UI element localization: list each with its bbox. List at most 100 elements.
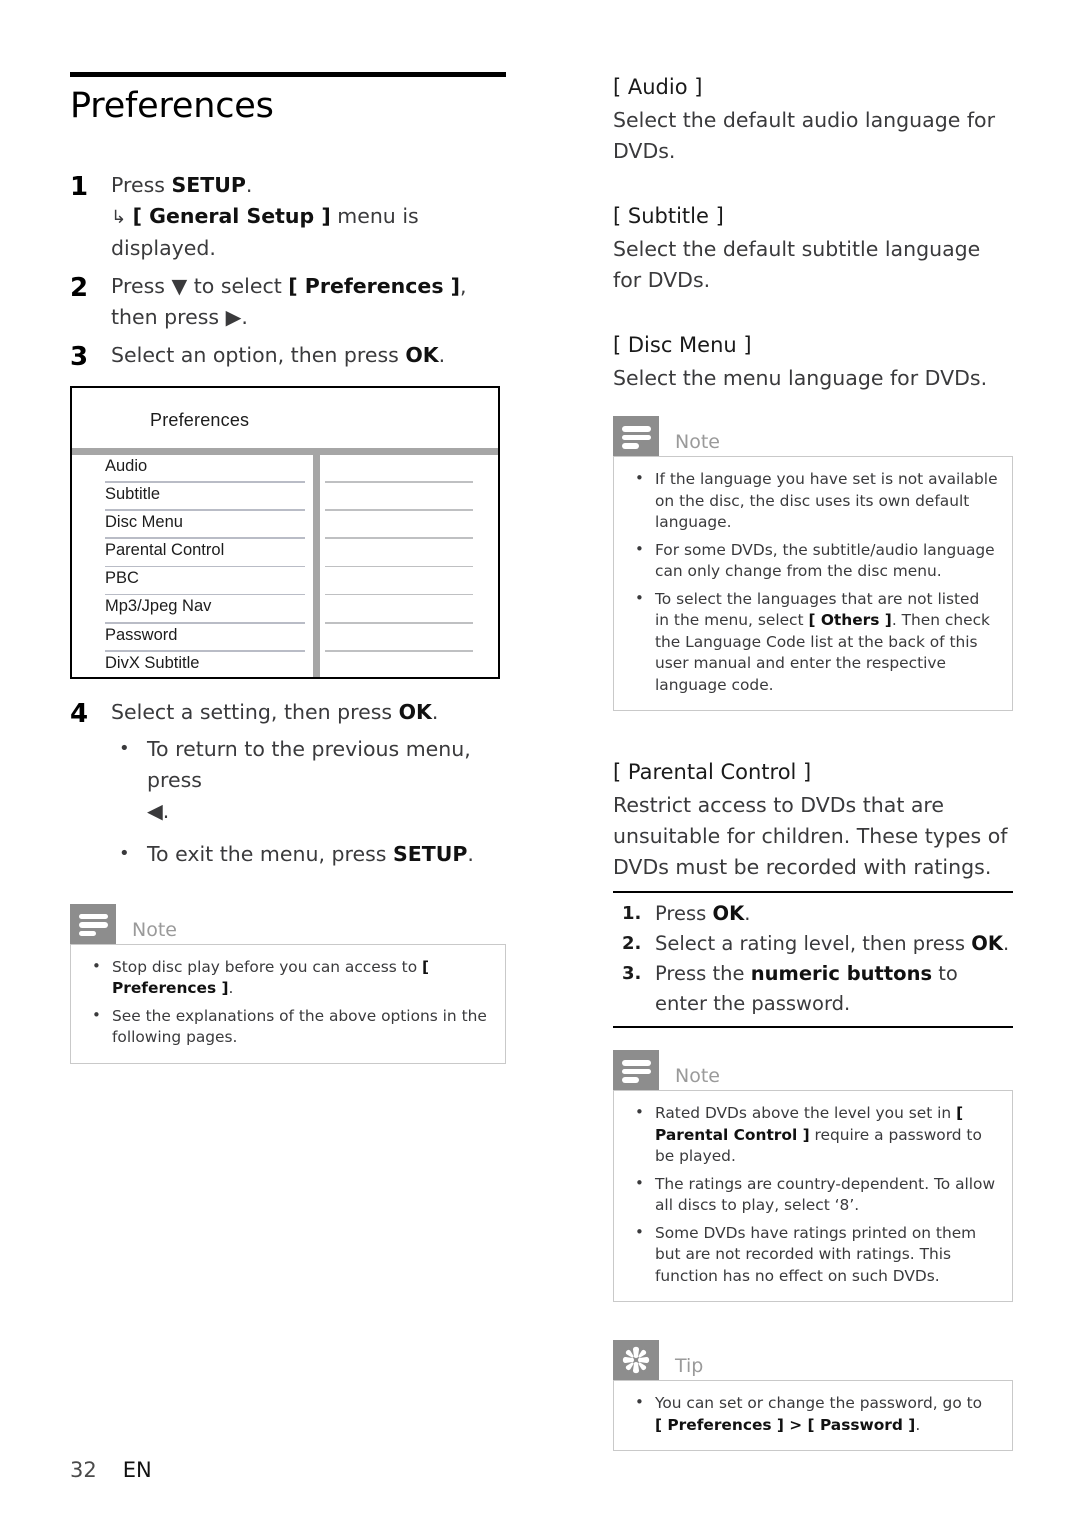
osd-row-subtitle[interactable]: Subtitle: [72, 483, 498, 511]
tip-item: You can set or change the password, go t…: [628, 1392, 998, 1436]
osd-row-pbc[interactable]: PBC: [72, 567, 498, 596]
osd-preferences-menu: Preferences Audio Subtitle Disc Menu Par…: [70, 385, 500, 679]
procedure-step-post: .: [744, 902, 751, 925]
procedure-step-pre: Press: [655, 902, 713, 925]
step-4-number: 4: [70, 698, 89, 729]
step-1: 1 Press SETUP. ↳ [ General Setup ] menu …: [70, 170, 506, 264]
step-1-result-bold: [ General Setup ]: [132, 203, 331, 228]
note-lines-icon: [613, 416, 659, 456]
osd-label-mp3-jpeg-nav: Mp3/Jpeg Nav: [105, 597, 212, 616]
step-4-bullets: To return to the previous menu, press ◀.…: [111, 733, 506, 870]
note-tab: Note: [613, 1050, 1013, 1090]
procedure-step-bold: OK: [712, 902, 745, 925]
note-item-text: See the explanations of the above option…: [112, 1006, 487, 1047]
osd-row-parental-control[interactable]: Parental Control: [72, 539, 498, 568]
note-label: Note: [132, 918, 177, 941]
tip-tab: Tip: [613, 1340, 1013, 1380]
tip-item-bold: [ Preferences ] > [ Password ]: [655, 1415, 916, 1434]
step-2-bold: [ Preferences ]: [288, 273, 461, 298]
language-code: EN: [122, 1458, 152, 1482]
step-2-tail: .: [241, 304, 248, 329]
step-4-tail: .: [431, 699, 439, 724]
step-1-bold: SETUP: [171, 172, 246, 197]
bullet-exit-bold: SETUP: [392, 841, 468, 866]
step-1-text: Press: [111, 172, 172, 197]
osd-row-audio[interactable]: Audio: [72, 455, 498, 483]
note-item-text: If the language you have set is not avai…: [655, 470, 998, 531]
note-item: To select the languages that are not lis…: [628, 588, 998, 697]
step-4-bullet-return: To return to the previous menu, press ◀.: [111, 733, 506, 827]
step-3-number: 3: [70, 341, 89, 372]
option-desc-parental-control: Restrict access to DVDs that are unsuita…: [613, 793, 1008, 879]
page-number: 32: [70, 1458, 97, 1482]
manual-page: Preferences 1 Press SETUP. ↳ [ General S…: [0, 0, 1080, 1527]
note-item-post: .: [228, 979, 234, 997]
note-item-text: For some DVDs, the subtitle/audio langua…: [655, 540, 995, 581]
osd-label-divx-subtitle: DivX Subtitle: [105, 653, 200, 672]
osd-label-password: Password: [105, 625, 178, 644]
note-item: See the explanations of the above option…: [85, 1005, 491, 1049]
step-2-body: Press ▼ to select [ Preferences ], then …: [111, 271, 506, 333]
tip-callout-password: Tip You can set or change the password, …: [613, 1340, 1013, 1451]
step-4: 4 Select a setting, then press OK. To re…: [70, 697, 506, 882]
note-item: If the language you have set is not avai…: [628, 468, 998, 534]
step-3-body: Select an option, then press OK.: [111, 340, 506, 371]
step-4-bullet-exit: To exit the menu, press SETUP.: [111, 838, 506, 870]
bullet-return-post: .: [162, 798, 170, 823]
option-title-audio: [ Audio ]: [613, 75, 703, 99]
right-arrow-icon: ▶: [225, 304, 242, 329]
starburst-icon: [613, 1340, 659, 1380]
note-item-text: Rated DVDs above the level you set in: [655, 1104, 957, 1122]
procedure-step-pre: Press the: [655, 962, 751, 985]
note-body: Stop disc play before you can access to …: [70, 943, 506, 1064]
osd-label-parental-control: Parental Control: [105, 541, 225, 560]
procedure-step-pre: Select a rating level, then press: [655, 932, 972, 955]
osd-row-password[interactable]: Password: [72, 624, 498, 652]
osd-row-divx-subtitle[interactable]: DivX Subtitle: [72, 652, 498, 680]
osd-row-disc-menu[interactable]: Disc Menu: [72, 511, 498, 540]
step-3-tail: .: [438, 342, 446, 367]
note-item: Some DVDs have ratings printed on them b…: [628, 1222, 998, 1288]
tip-item-post: .: [915, 1415, 921, 1434]
osd-header-rule: [72, 447, 498, 455]
note-lines-icon: [70, 903, 116, 944]
procedure-step-post: .: [1002, 932, 1010, 955]
left-column: Preferences 1 Press SETUP. ↳ [ General S…: [70, 72, 506, 1064]
step-2-pre: Press: [111, 273, 172, 298]
option-desc-subtitle: Select the default subtitle language for…: [613, 237, 981, 292]
result-arrow-icon: ↳: [111, 206, 127, 228]
bullet-exit-post: .: [467, 841, 474, 866]
step-1-number: 1: [70, 171, 89, 202]
note-tab: Note: [613, 416, 1013, 456]
step-4-bold: OK: [398, 699, 432, 724]
procedure-step: Select a rating level, then press OK.: [613, 929, 1013, 959]
bullet-return-pre: To return to the previous menu, press: [147, 736, 471, 792]
note-tab: Note: [70, 903, 506, 944]
step-3-text: Select an option, then press: [111, 342, 406, 367]
step-1-body: Press SETUP. ↳ [ General Setup ] menu is…: [111, 170, 506, 264]
note-item-text: Stop disc play before you can access to: [112, 957, 423, 976]
procedure-step: Press OK.: [613, 899, 1013, 929]
right-column: [ Audio ] Select the default audio langu…: [613, 72, 1013, 1451]
note-callout-parental: Note Rated DVDs above the level you set …: [613, 1050, 1013, 1302]
note-item: Rated DVDs above the level you set in [ …: [628, 1102, 998, 1168]
procedure-step-bold: numeric buttons: [750, 962, 933, 985]
osd-label-disc-menu: Disc Menu: [105, 512, 183, 531]
note-item-bold: [ Others ]: [808, 611, 892, 629]
osd-row-mp3-jpeg-nav[interactable]: Mp3/Jpeg Nav: [72, 595, 498, 624]
note-callout-languages: Note If the language you have set is not…: [613, 416, 1013, 711]
note-label: Note: [675, 1065, 720, 1087]
tip-body: You can set or change the password, go t…: [613, 1380, 1013, 1451]
option-desc-disc-menu: Select the menu language for DVDs.: [613, 366, 988, 390]
page-footer: 32 EN: [70, 1458, 152, 1482]
tip-item-text: You can set or change the password, go t…: [655, 1394, 983, 1412]
note-callout-preferences: Note Stop disc play before you can acces…: [70, 903, 506, 1064]
step-3: 3 Select an option, then press OK.: [70, 340, 506, 374]
step-2: 2 Press ▼ to select [ Preferences ], the…: [70, 271, 506, 333]
page-title: Preferences: [70, 86, 274, 126]
parental-control-procedure: Press OK. Select a rating level, then pr…: [613, 891, 1013, 1028]
step-4-text: Select a setting, then press: [111, 699, 399, 724]
osd-row-list: Audio Subtitle Disc Menu Parental Contro…: [72, 455, 498, 677]
option-title-disc-menu: [ Disc Menu ]: [613, 333, 752, 357]
note-lines-icon: [613, 1050, 659, 1090]
